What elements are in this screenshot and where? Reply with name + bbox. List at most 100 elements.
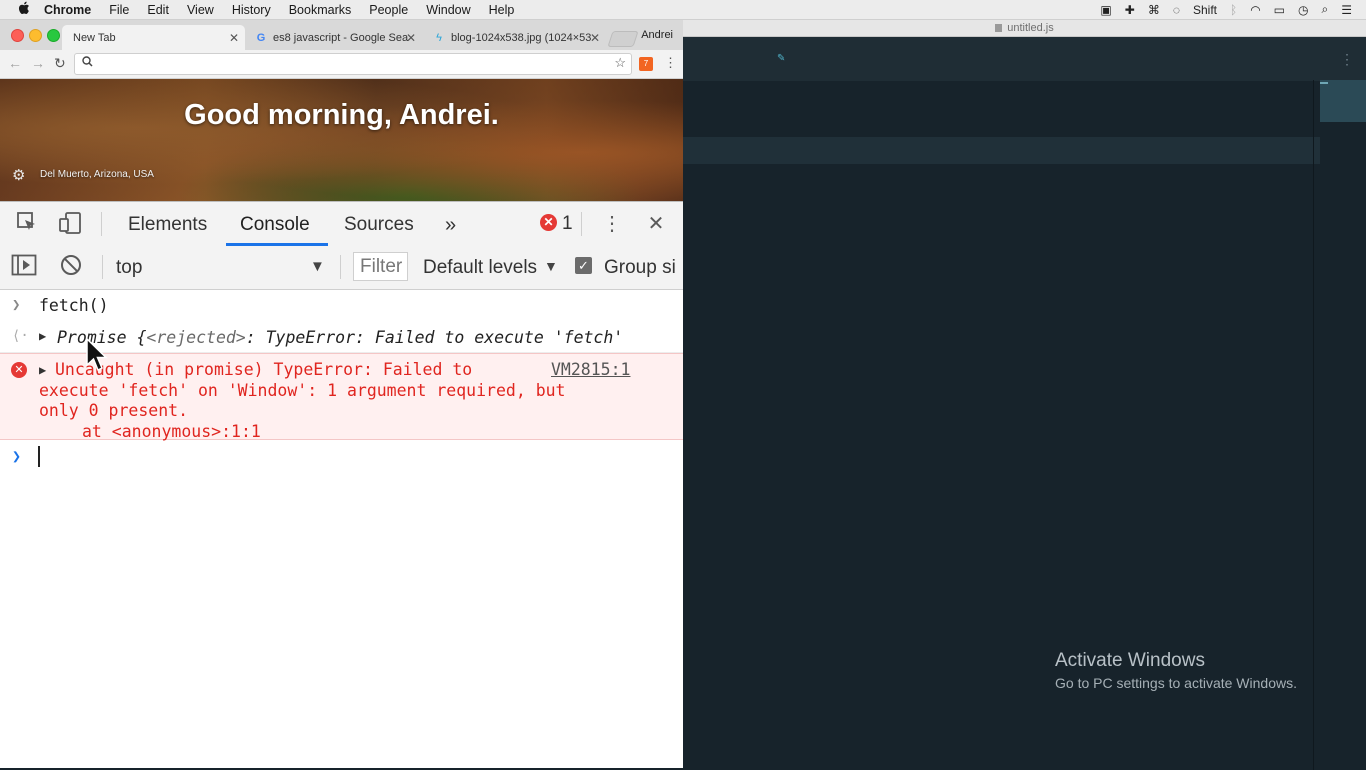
error-x-icon[interactable]: ✕ — [540, 214, 557, 231]
spotlight-search-icon[interactable]: ⌕ — [1322, 2, 1329, 17]
toolbar-divider — [581, 212, 582, 236]
prompt-chevron-icon: ❯ — [12, 447, 22, 465]
promise-result[interactable]: Promise {<rejected>: TypeError: Failed t… — [57, 328, 623, 347]
error-x-icon: ✕ — [11, 362, 27, 378]
file-icon — [995, 24, 1003, 32]
tab-console[interactable]: Console — [240, 214, 310, 236]
menu-help[interactable]: Help — [489, 3, 515, 17]
more-vertical-icon[interactable]: ⋮ — [1340, 51, 1354, 68]
wifi-icon[interactable]: ◠ — [1250, 3, 1260, 17]
error-message-line: execute 'fetch' on 'Window': 1 argument … — [39, 381, 566, 400]
new-tab-button[interactable] — [607, 31, 639, 47]
apple-icon[interactable] — [16, 1, 32, 18]
notification-center-icon[interactable]: ☰ — [1341, 3, 1352, 17]
error-stack-line: at <anonymous>:1:1 — [82, 422, 261, 441]
menu-history[interactable]: History — [232, 3, 271, 17]
close-devtools-icon[interactable]: ✕ — [643, 211, 669, 237]
greeting-text: Good morning, Andrei. — [184, 99, 499, 131]
filter-input[interactable]: Filter — [353, 252, 408, 281]
editor-titlebar: untitled.js — [683, 20, 1366, 37]
close-tab-icon[interactable]: ✕ — [229, 31, 239, 45]
gear-icon[interactable]: ⚙ — [12, 166, 25, 184]
tab-new-tab[interactable]: New Tab ✕ — [62, 25, 245, 50]
sync-icon[interactable]: ◌ — [1173, 3, 1180, 17]
photo-location[interactable]: Del Muerto, Arizona, USA — [40, 169, 154, 180]
battery-icon[interactable]: ▭ — [1274, 3, 1285, 17]
activate-windows-watermark: Activate Windows Go to PC settings to ac… — [1055, 650, 1297, 691]
bluetooth-icon[interactable]: ᛒ — [1230, 3, 1237, 17]
browser-toolbar: ← → ↻ ☆ 7 ⋮ — [0, 50, 683, 79]
chrome-window: New Tab ✕ G es8 javascript - Google Sear… — [0, 20, 683, 768]
screen-record-icon[interactable]: ▣ — [1100, 3, 1111, 17]
menu-file[interactable]: File — [109, 3, 129, 17]
editor-tabbar: ✎ ⋮ — [683, 37, 1366, 81]
text-caret — [38, 446, 40, 467]
tab-label: blog-1024x538.jpg (1024×53 — [451, 31, 591, 44]
clock-icon[interactable]: ◷ — [1298, 3, 1308, 17]
input-chevron-icon: ❯ — [12, 297, 21, 313]
device-toolbar-icon[interactable] — [57, 211, 83, 237]
tab-label: New Tab — [73, 31, 116, 44]
expand-triangle-icon[interactable]: ▶ — [39, 329, 46, 343]
error-source-link[interactable]: VM2815:1 — [551, 360, 630, 379]
minimize-window-button[interactable] — [29, 29, 42, 42]
tab-elements[interactable]: Elements — [128, 214, 207, 236]
close-tab-icon[interactable]: ✕ — [590, 31, 600, 45]
menu-people[interactable]: People — [369, 3, 408, 17]
menu-view[interactable]: View — [187, 3, 214, 17]
close-tab-icon[interactable]: ✕ — [406, 31, 416, 45]
plus-icon[interactable]: ✚ — [1125, 3, 1135, 17]
menu-window[interactable]: Window — [426, 3, 470, 17]
minimap[interactable] — [1320, 80, 1366, 122]
dropdown-arrow-icon[interactable]: ▼ — [310, 258, 325, 275]
inspect-element-icon[interactable] — [14, 211, 40, 237]
clear-console-icon[interactable] — [58, 254, 84, 280]
maximize-window-button[interactable] — [47, 29, 60, 42]
activate-windows-subtitle: Go to PC settings to activate Windows. — [1055, 675, 1297, 691]
extension-icon[interactable]: 7 — [639, 57, 653, 71]
keyboard-icon[interactable]: ⌘ — [1148, 3, 1160, 17]
menu-bookmarks[interactable]: Bookmarks — [289, 3, 352, 17]
console-input-row: ❯ fetch() — [0, 290, 683, 322]
reload-icon[interactable]: ↻ — [54, 55, 66, 72]
new-tab-page-background: Good morning, Andrei. ⚙ Del Muerto, Ariz… — [0, 79, 683, 201]
close-window-button[interactable] — [11, 29, 24, 42]
console-output: ❯ fetch() ⟨· ▶ Promise {<rejected>: Type… — [0, 290, 683, 472]
tab-blog-image[interactable]: ϟ blog-1024x538.jpg (1024×53 ✕ — [426, 25, 606, 50]
chrome-menu-icon[interactable]: ⋮ — [664, 55, 677, 71]
menubar-status-area: ▣ ✚ ⌘ ◌ Shift ᛒ ◠ ▭ ◷ ⌕ ☰ — [1100, 0, 1352, 19]
context-select[interactable]: top — [116, 257, 142, 279]
bookmark-star-icon[interactable]: ☆ — [614, 55, 626, 71]
dropdown-arrow-icon[interactable]: ▼ — [544, 258, 558, 274]
group-similar-checkbox[interactable]: ✓ — [575, 257, 592, 274]
more-options-icon[interactable]: ⋮ — [599, 211, 625, 237]
toolbar-divider — [102, 255, 103, 279]
shift-indicator: Shift — [1192, 2, 1217, 17]
error-message-line: only 0 present. — [39, 401, 189, 420]
back-arrow-icon[interactable]: ← — [8, 55, 22, 71]
menu-chrome[interactable]: Chrome — [44, 3, 91, 17]
console-prompt[interactable]: ❯ — [0, 440, 683, 472]
search-icon — [82, 56, 93, 70]
result-arrow-icon: ⟨· — [12, 328, 29, 344]
log-levels-dropdown[interactable]: Default levels — [423, 257, 537, 279]
editor-title: untitled.js — [1007, 22, 1054, 34]
address-bar[interactable]: ☆ — [74, 53, 632, 75]
profile-button[interactable]: Andrei — [641, 29, 673, 41]
toolbar-divider — [340, 255, 341, 279]
sidebar-toggle-icon[interactable] — [11, 254, 37, 280]
activate-windows-title: Activate Windows — [1055, 650, 1205, 671]
google-favicon-icon: G — [256, 31, 266, 44]
tab-sources[interactable]: Sources — [344, 214, 414, 236]
tab-google-search[interactable]: G es8 javascript - Google Searc ✕ — [248, 25, 422, 50]
console-toolbar: top ▼ Filter Default levels ▼ ✓ Group si — [0, 246, 683, 290]
more-tabs-chevron-icon[interactable]: » — [445, 214, 456, 237]
error-count[interactable]: 1 — [562, 213, 573, 235]
current-line-highlight[interactable] — [683, 137, 1320, 164]
forward-arrow-icon[interactable]: → — [31, 55, 45, 71]
minimap-divider — [1313, 80, 1314, 770]
menu-edit[interactable]: Edit — [147, 3, 169, 17]
toolbar-divider — [101, 212, 102, 236]
expand-triangle-icon[interactable]: ▶ — [39, 363, 46, 377]
devtools-tabbar: Elements Console Sources » ✕ 1 ⋮ ✕ — [0, 201, 683, 247]
